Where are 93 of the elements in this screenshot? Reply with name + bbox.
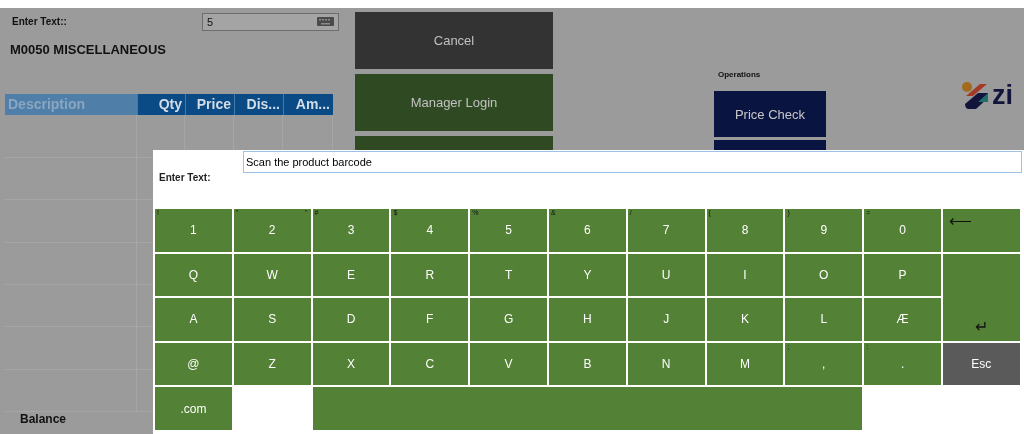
key[interactable]: V xyxy=(470,342,547,386)
key-label: O xyxy=(819,267,829,282)
key-label: 1 xyxy=(190,223,197,238)
key[interactable]: B xyxy=(549,342,626,386)
logo-text: zi xyxy=(992,82,1013,108)
field-label: Enter Text: xyxy=(159,172,212,183)
key[interactable]: G xyxy=(470,298,547,341)
key[interactable]: R xyxy=(391,253,469,297)
key-label: C xyxy=(425,357,435,372)
key-label: 8 xyxy=(741,223,749,238)
key-label: 4 xyxy=(426,223,434,238)
key[interactable]: N xyxy=(627,342,705,386)
key-label: D xyxy=(346,312,356,327)
key-label: 7 xyxy=(662,223,670,238)
key-label: E xyxy=(347,267,355,282)
key-label: A xyxy=(189,312,198,327)
key-label: 0 xyxy=(899,223,906,238)
key-label: 9 xyxy=(820,223,828,238)
key[interactable]: S xyxy=(233,298,311,341)
text-field[interactable]: 5 xyxy=(202,12,339,31)
key-label: 6 xyxy=(584,223,591,238)
key[interactable]: X xyxy=(312,342,390,386)
key-label: R xyxy=(425,267,435,282)
key[interactable]: Z xyxy=(233,342,311,386)
key-label: Esc xyxy=(971,357,992,372)
operation-button[interactable]: Price Check xyxy=(714,91,826,137)
key-label: 5 xyxy=(505,223,512,238)
enter-key[interactable]: ↵ xyxy=(942,253,1020,341)
key-label: F xyxy=(426,312,434,327)
key[interactable]: Æ xyxy=(864,298,941,341)
key-label: , xyxy=(822,357,826,372)
key-label: T xyxy=(504,267,513,282)
key-label: J xyxy=(663,312,670,327)
key-label: 3 xyxy=(347,223,355,238)
key-label: W xyxy=(266,267,278,282)
section-title: Operations xyxy=(718,70,762,79)
column-header[interactable]: Qty xyxy=(137,94,185,116)
column-header[interactable]: Price xyxy=(185,94,234,116)
text-field[interactable]: Scan the product barcode xyxy=(243,151,1022,173)
key-label: B xyxy=(583,357,592,372)
key-label: M xyxy=(739,357,750,372)
key[interactable]: M xyxy=(706,342,784,386)
key[interactable]: @ xyxy=(155,342,232,386)
key-label: Y xyxy=(583,267,592,282)
key[interactable]: L xyxy=(785,298,863,341)
key[interactable]: Y xyxy=(549,253,626,297)
key-label: G xyxy=(503,312,514,327)
key[interactable]: F xyxy=(391,298,469,341)
key-label: K xyxy=(740,312,749,327)
key-label: H xyxy=(583,312,592,327)
key[interactable]: U xyxy=(627,253,705,297)
keyboard-icon[interactable] xyxy=(317,17,334,27)
key-label: V xyxy=(504,357,513,372)
key-label: . xyxy=(900,357,905,372)
key-label: Z xyxy=(268,357,276,372)
key[interactable]: .com xyxy=(155,387,232,430)
key-label: ↵ xyxy=(974,318,988,335)
column-header[interactable]: Dis... xyxy=(234,94,283,116)
key[interactable]: W xyxy=(233,253,311,297)
key[interactable]: J xyxy=(627,298,705,341)
key-label: Æ xyxy=(896,312,909,327)
item-title: M0050 MISCELLANEOUS xyxy=(9,40,168,59)
key[interactable]: H xyxy=(549,298,626,341)
key[interactable]: K xyxy=(706,298,784,341)
key-label: L xyxy=(820,312,828,327)
key-label: N xyxy=(661,357,671,372)
column-header[interactable]: Am... xyxy=(283,94,333,116)
key-label: P xyxy=(898,267,907,282)
key-label: .com xyxy=(180,401,207,416)
backspace-key[interactable]: ⟵ xyxy=(942,209,1020,252)
action-button[interactable]: Cancel xyxy=(355,12,553,69)
key[interactable]: E xyxy=(312,253,390,297)
key[interactable]: Q xyxy=(155,253,232,297)
key-label: @ xyxy=(187,357,200,372)
key-label: X xyxy=(347,357,355,372)
escape-key[interactable]: Esc xyxy=(942,342,1020,386)
key[interactable]: O xyxy=(785,253,863,297)
key[interactable]: A xyxy=(155,298,232,341)
key[interactable]: C xyxy=(391,342,469,386)
logo-icon xyxy=(962,82,989,110)
key-label: 2 xyxy=(268,223,276,238)
field-label: Enter Text:: xyxy=(12,16,68,28)
key-label: U xyxy=(661,267,671,282)
key[interactable]: P xyxy=(864,253,941,297)
key[interactable]: D xyxy=(312,298,390,341)
key-label: Q xyxy=(188,267,199,282)
key[interactable]: T xyxy=(470,253,547,297)
key-label: S xyxy=(268,312,277,327)
key-label: ⟵ xyxy=(948,213,972,229)
key-label: I xyxy=(743,267,747,282)
key[interactable]: I xyxy=(706,253,784,297)
action-button[interactable]: Manager Login xyxy=(355,74,553,131)
balance-label: Balance xyxy=(19,412,68,427)
